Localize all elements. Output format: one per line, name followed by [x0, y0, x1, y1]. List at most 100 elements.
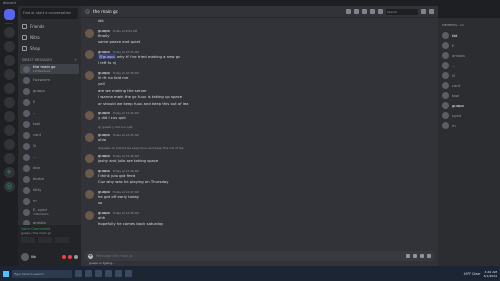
- member-item[interactable]: cant: [440, 80, 498, 90]
- message: guapo Today at 12:45 AM y did i cus quit: [85, 110, 434, 122]
- author-name[interactable]: guapo: [98, 132, 110, 137]
- author-name[interactable]: guapo: [98, 28, 110, 33]
- member-item[interactable]: tool: [440, 90, 498, 100]
- members-toggle-icon[interactable]: [378, 9, 383, 14]
- server-icon[interactable]: [3, 139, 15, 150]
- dm-item[interactable]: Foxworm: [20, 75, 79, 85]
- dm-item[interactable]: lil: [20, 141, 79, 151]
- avatar[interactable]: [85, 132, 94, 142]
- avatar[interactable]: [85, 70, 94, 80]
- header-search-input[interactable]: Search: [386, 8, 418, 15]
- friends-icon: [22, 24, 27, 29]
- avatar[interactable]: [85, 49, 94, 59]
- windows-start-icon[interactable]: [3, 270, 9, 277]
- discord-home-icon[interactable]: [3, 9, 15, 20]
- author-name[interactable]: guapo: [98, 189, 110, 194]
- avatar[interactable]: [21, 252, 29, 261]
- message-input[interactable]: + Message the main gc: [85, 251, 434, 261]
- nav-item-shop[interactable]: Shop: [18, 43, 81, 54]
- server-icon[interactable]: [3, 41, 15, 52]
- mute-icon[interactable]: [62, 254, 66, 259]
- call-icon[interactable]: [346, 9, 351, 14]
- message-body: guapo Today at 12:48 AM ahh hopefully he co…: [98, 210, 434, 228]
- avatar[interactable]: [85, 111, 94, 120]
- server-icon[interactable]: [3, 69, 15, 80]
- nav-item-nitro[interactable]: Nitro: [18, 32, 81, 43]
- dm-item[interactable]: kitty: [20, 185, 79, 195]
- avatar[interactable]: [85, 28, 94, 38]
- avatar[interactable]: [85, 189, 94, 199]
- server-icon[interactable]: [3, 97, 15, 108]
- member-item[interactable]: ...: [440, 60, 498, 70]
- server-icon[interactable]: [3, 125, 15, 136]
- author-name[interactable]: guapo: [98, 70, 110, 75]
- screen-share-button[interactable]: [38, 237, 52, 243]
- dm-item[interactable]: tool: [20, 119, 79, 129]
- add-member-icon[interactable]: [370, 9, 375, 14]
- deafen-icon[interactable]: [68, 254, 72, 259]
- dm-item[interactable]: bbn: [20, 163, 79, 173]
- author-name[interactable]: guapo: [98, 168, 110, 173]
- sticker-icon[interactable]: [420, 254, 424, 258]
- inbox-icon[interactable]: [421, 9, 426, 14]
- dm-item[interactable]: ..: [20, 108, 79, 118]
- author-name[interactable]: guapo: [98, 210, 110, 215]
- clock-date: 3/1/2024: [483, 273, 497, 278]
- member-item[interactable]: m: [440, 120, 498, 130]
- gift-icon[interactable]: [406, 254, 410, 258]
- server-icon[interactable]: [3, 27, 15, 38]
- server-icon[interactable]: [3, 55, 15, 66]
- dm-item[interactable]: E: [20, 97, 79, 107]
- dm-item[interactable]: m: [20, 196, 79, 206]
- message-body: guapo Today at 8:09 AM finally some peace a…: [98, 28, 434, 46]
- attach-plus-icon[interactable]: +: [88, 253, 93, 259]
- server-icon[interactable]: [3, 83, 15, 94]
- member-item[interactable]: E: [440, 40, 498, 50]
- member-item[interactable]: syed: [440, 110, 498, 120]
- discord-taskbar-icon[interactable]: [115, 270, 122, 277]
- message: guapo Today at 12:45 AM ohio: [85, 132, 434, 144]
- dm-item[interactable]: E, syed 3 Members: [20, 207, 79, 217]
- video-icon[interactable]: [354, 9, 359, 14]
- pin-icon[interactable]: [362, 9, 367, 14]
- dm-item[interactable]: the main gc 10 Members: [20, 64, 79, 74]
- mention[interactable]: @guapo: [98, 53, 116, 59]
- file-explorer-icon[interactable]: [85, 270, 92, 277]
- taskbar-search-input[interactable]: Type here to search: [12, 269, 72, 278]
- dm-item[interactable]: borbe: [20, 174, 79, 184]
- server-icon[interactable]: [3, 111, 15, 122]
- author-name[interactable]: guapo: [98, 49, 110, 54]
- dm-item[interactable]: cant: [20, 130, 79, 140]
- camera-button[interactable]: [21, 237, 35, 243]
- browser-icon[interactable]: [95, 270, 102, 277]
- activity-button[interactable]: [55, 237, 69, 243]
- member-item[interactable]: guapo: [440, 100, 498, 110]
- group-dm-icon: @: [85, 8, 90, 15]
- dm-item[interactable]: guapo: [20, 86, 79, 96]
- gif-icon[interactable]: [413, 254, 417, 258]
- dm-item[interactable]: ...: [20, 152, 79, 162]
- message-text: or should we keep fuuu and keep this out…: [98, 100, 189, 106]
- avatar[interactable]: [85, 168, 94, 178]
- explore-icon[interactable]: ◎: [3, 181, 15, 192]
- settings-gear-icon[interactable]: [74, 254, 78, 259]
- member-item[interactable]: lil: [440, 70, 498, 80]
- search-input[interactable]: Find or start a conversation: [21, 8, 78, 19]
- spotify-icon[interactable]: [105, 270, 112, 277]
- dm-section-header: DIRECT MESSAGES +: [18, 54, 81, 64]
- avatar[interactable]: [85, 154, 94, 163]
- add-server-icon[interactable]: +: [3, 167, 15, 178]
- add-dm-icon[interactable]: +: [74, 58, 77, 62]
- emoji-icon[interactable]: [427, 254, 431, 258]
- avatar: [442, 81, 449, 89]
- store-icon[interactable]: [125, 270, 132, 277]
- member-item[interactable]: tbt: [440, 30, 498, 40]
- nav-item-friends[interactable]: Friends: [18, 21, 81, 32]
- weather-widget[interactable]: 49°F Clear: [464, 272, 481, 276]
- server-icon[interactable]: [3, 153, 15, 164]
- help-icon[interactable]: [429, 9, 434, 14]
- task-view-icon[interactable]: [75, 270, 82, 277]
- member-item[interactable]: amiola: [440, 50, 498, 60]
- system-clock[interactable]: 4:42 AM 3/1/2024: [484, 270, 497, 278]
- avatar[interactable]: [85, 210, 94, 220]
